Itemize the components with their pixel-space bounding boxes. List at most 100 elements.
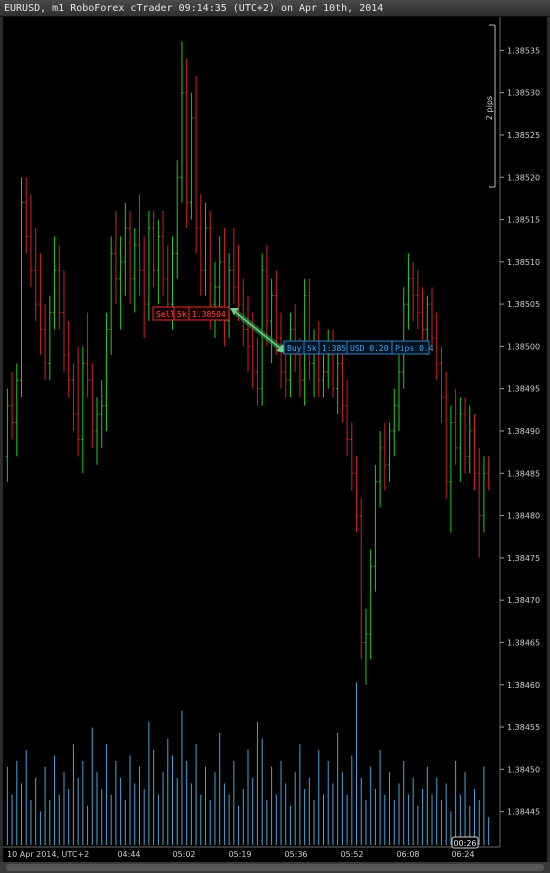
time-axis-label: 06:24: [451, 850, 474, 859]
ohlc-bar: [189, 92, 193, 220]
price-axis-label: 1.38510: [507, 258, 540, 267]
ohlc-bar: [62, 270, 66, 372]
price-axis-label: 1.38460: [507, 681, 540, 690]
chart-area[interactable]: 1.38535 1.38530 1.38525 1.38520 1.38515 1.385…: [3, 17, 547, 862]
ohlc-bar: [336, 346, 340, 415]
price-axis-label: 1.38505: [507, 300, 540, 309]
ohlc-bar: [142, 236, 146, 338]
ohlc-bar: [472, 414, 476, 491]
ohlc-bar: [147, 211, 151, 322]
ohlc-bar: [487, 456, 491, 491]
ohlc-bar: [383, 422, 387, 491]
ohlc-bar: [307, 278, 311, 381]
sell-trade-label[interactable]: Sell 5k 1.38504: [152, 306, 230, 321]
ohlc-bar: [71, 363, 75, 431]
price-axis-label: 1.38465: [507, 638, 540, 647]
ohlc-bar: [38, 253, 42, 355]
ohlc-bar: [430, 287, 434, 347]
sell-price-label: 1.38504: [192, 310, 226, 319]
ohlc-bar: [355, 456, 359, 533]
ohlc-bar: [152, 211, 156, 288]
ohlc-bar: [439, 346, 443, 423]
ohlc-bar: [161, 211, 165, 296]
ohlc-bar: [227, 253, 231, 338]
scrollbar-track[interactable]: [6, 864, 544, 871]
ohlc-bar: [24, 177, 28, 254]
time-axis-label: 05:52: [340, 850, 363, 859]
ohlc-bar: [185, 58, 189, 228]
buy-volume-label: 5k: [307, 344, 317, 353]
price-axis-label: 1.38490: [507, 427, 540, 436]
ohlc-bar: [119, 236, 123, 330]
ohlc-bar: [392, 388, 396, 457]
pip-ruler-label: 2 pips: [485, 96, 494, 120]
price-axis-label: 1.38480: [507, 512, 540, 521]
ohlc-bar: [104, 312, 108, 431]
ohlc-bar: [175, 160, 179, 279]
ohlc-bar: [5, 388, 9, 482]
ohlc-bar: [29, 194, 33, 288]
ohlc-bar: [204, 202, 208, 296]
price-axis-label: 1.38500: [507, 342, 540, 351]
current-time-label: 00:26: [453, 839, 476, 848]
ohlc-bar: [100, 380, 104, 448]
ohlc-bar: [454, 388, 458, 465]
buy-usd-label: USD 0.20: [350, 344, 389, 353]
ohlc-bar: [411, 261, 415, 322]
ohlc-bar: [312, 329, 316, 398]
ohlc-bar: [213, 261, 217, 338]
ohlc-bar: [288, 312, 292, 398]
time-axis-label: 10 Apr 2014, UTC+2: [7, 850, 89, 859]
ohlc-bar: [331, 329, 335, 398]
ohlc-bar: [388, 422, 392, 482]
price-axis-label: 1.38495: [507, 385, 540, 394]
ohlc-bar: [137, 194, 141, 296]
ohlc-bar: [321, 354, 325, 398]
ohlc-bar: [458, 397, 462, 482]
ohlc-bar: [10, 371, 14, 440]
ohlc-bar: [265, 244, 269, 347]
ohlc-bar: [15, 363, 19, 457]
ohlc-bar: [156, 219, 160, 305]
time-axis-label: 05:02: [172, 850, 195, 859]
ohlc-bar: [373, 464, 377, 592]
ohlc-bar: [406, 253, 410, 330]
ohlc-bar: [345, 380, 349, 457]
time-axis: 10 Apr 2014, UTC+2 04:44 05:02 05:19 05:36 05…: [3, 846, 500, 859]
price-axis-label: 1.38445: [507, 808, 540, 817]
time-axis-label: 05:36: [284, 850, 307, 859]
ohlc-bar: [350, 422, 354, 491]
pip-ruler: 2 pips: [485, 24, 496, 188]
price-axis: 1.38535 1.38530 1.38525 1.38520 1.38515 1.385…: [499, 17, 540, 847]
ohlc-bar: [402, 287, 406, 389]
buy-trade-label[interactable]: Buy 5k 1:385 USD 0.20 Pips 0.4: [283, 340, 434, 355]
ohlc-bar: [255, 337, 259, 406]
ohlc-bar: [421, 287, 425, 347]
price-axis-label: 1.38485: [507, 469, 540, 478]
price-axis-label: 1.38530: [507, 89, 540, 98]
ohlc-bar: [43, 304, 47, 381]
ohlc-bar: [109, 236, 113, 355]
ohlc-bar: [199, 194, 203, 296]
ohlc-bar: [86, 312, 90, 398]
buy-price-label: 1:385: [322, 344, 346, 353]
price-axis-label: 1.38520: [507, 173, 540, 182]
ohlc-bar: [340, 346, 344, 423]
ohlc-bar: [123, 202, 127, 296]
ohlc-bar: [270, 278, 274, 364]
ohlc-bar: [482, 456, 486, 533]
ohlc-bar: [463, 397, 467, 474]
ohlc-bar: [468, 405, 472, 474]
price-axis-label: 1.38450: [507, 765, 540, 774]
ohlc-bar: [435, 312, 439, 381]
price-chart[interactable]: 1.38535 1.38530 1.38525 1.38520 1.38515 1.385…: [3, 17, 547, 862]
horizontal-scrollbar[interactable]: [0, 862, 550, 873]
time-axis-label: 06:08: [396, 850, 419, 859]
price-axis-label: 1.38515: [507, 216, 540, 225]
price-axis-label: 1.38525: [507, 131, 540, 140]
ohlc-bar: [449, 405, 453, 533]
ohlc-bar: [326, 329, 330, 389]
ohlc-bar: [90, 363, 94, 448]
ohlc-bar: [128, 211, 132, 305]
ohlc-bar: [20, 177, 24, 398]
